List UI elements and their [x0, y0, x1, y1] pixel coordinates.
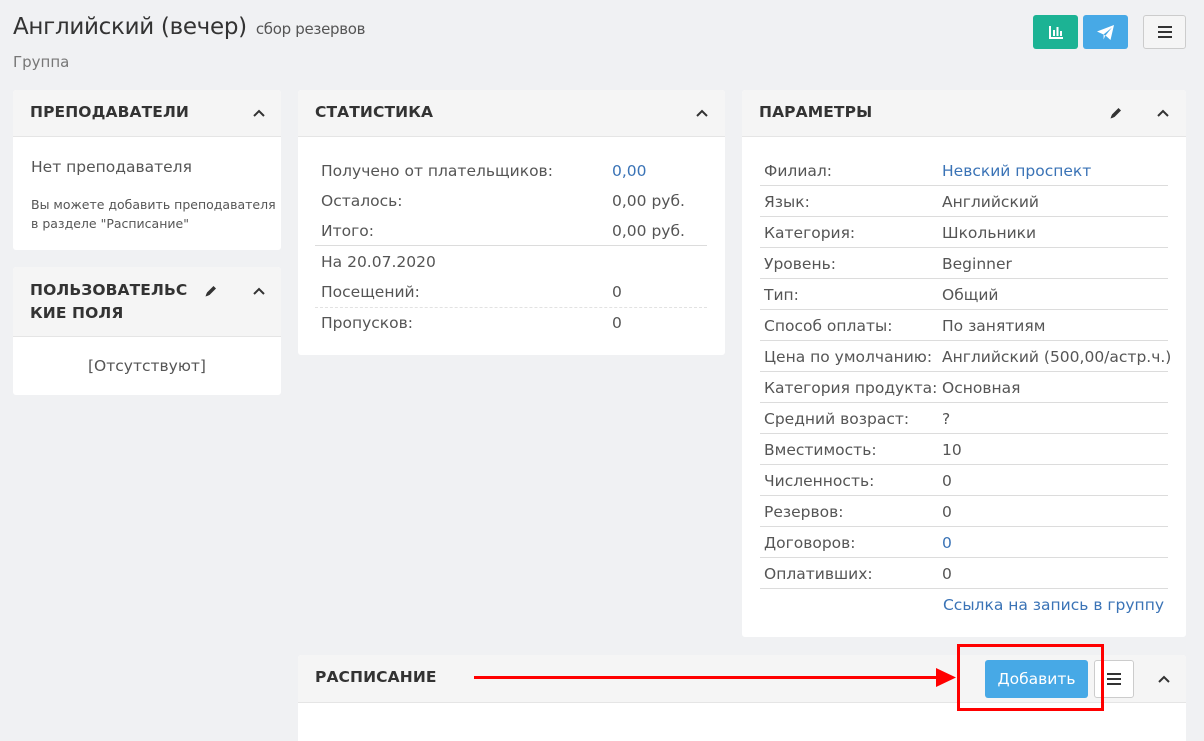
divider — [760, 278, 1168, 279]
bar-chart-icon — [1048, 26, 1063, 39]
stat-visits-value: 0 — [612, 283, 622, 301]
param-value: Общий — [942, 286, 999, 304]
parameters-panel: ПАРАМЕТРЫ Филиал: Невский проспект Язык:… — [742, 90, 1186, 637]
page-title: Английский (вечер) сбор резервов — [13, 14, 366, 40]
custom-fields-title-line2: КИЕ ПОЛЯ — [30, 304, 124, 322]
divider — [760, 402, 1168, 403]
stat-remaining-value: 0,00 руб. — [612, 192, 685, 210]
stat-label: Пропусков: — [321, 314, 414, 332]
param-label: Категория: — [764, 224, 856, 242]
pencil-icon[interactable] — [204, 284, 218, 298]
divider — [760, 309, 1168, 310]
stat-label: Итого: — [321, 222, 374, 240]
group-signup-link[interactable]: Ссылка на запись в группу — [943, 596, 1164, 614]
param-value: 10 — [942, 441, 962, 459]
divider — [760, 464, 1168, 465]
statistics-panel: СТАТИСТИКА Получено от плательщиков: 0,0… — [298, 90, 725, 355]
teachers-panel: ПРЕПОДАВАТЕЛИ Нет преподавателя Вы может… — [13, 90, 281, 250]
param-label: Договоров: — [764, 534, 856, 552]
stat-label: Получено от плательщиков: — [321, 162, 553, 180]
custom-fields-panel-header: ПОЛЬЗОВАТЕЛЬС КИЕ ПОЛЯ — [13, 267, 281, 337]
annotation-arrow-line — [474, 676, 940, 679]
param-label: Численность: — [764, 472, 875, 490]
chevron-up-icon[interactable] — [252, 108, 266, 118]
custom-fields-title-line1: ПОЛЬЗОВАТЕЛЬС — [30, 281, 188, 299]
param-value: ? — [942, 410, 951, 428]
param-value: 0 — [942, 472, 952, 490]
stat-absences-value: 0 — [612, 314, 622, 332]
param-label: Цена по умолчанию: — [764, 348, 933, 366]
teachers-title: ПРЕПОДАВАТЕЛИ — [30, 103, 189, 121]
divider — [760, 588, 1168, 589]
statistics-panel-header: СТАТИСТИКА — [298, 90, 725, 137]
param-label: Язык: — [764, 193, 810, 211]
param-label: Филиал: — [764, 162, 833, 180]
param-label: Тип: — [764, 286, 799, 304]
param-value: Школьники — [942, 224, 1037, 242]
teacher-hint-line2: в разделе "Расписание" — [31, 216, 189, 231]
page-kind: Группа — [13, 53, 70, 71]
param-value: Beginner — [942, 255, 1012, 273]
stat-total-value: 0,00 руб. — [612, 222, 685, 240]
divider — [315, 245, 707, 246]
divider — [760, 247, 1168, 248]
divider — [760, 526, 1168, 527]
divider — [760, 185, 1168, 186]
group-name: Английский (вечер) — [13, 14, 247, 40]
param-value: Английский — [942, 193, 1039, 211]
param-contracts-value[interactable]: 0 — [942, 534, 952, 552]
divider — [760, 557, 1168, 558]
page-menu-button[interactable] — [1143, 15, 1186, 49]
stat-received-value[interactable]: 0,00 — [612, 162, 647, 180]
hamburger-icon — [1157, 26, 1172, 38]
stat-label: Посещений: — [321, 283, 420, 301]
send-message-button[interactable] — [1083, 15, 1128, 49]
pencil-icon[interactable] — [1109, 106, 1123, 120]
param-value: 0 — [942, 565, 952, 583]
chevron-up-icon[interactable] — [1157, 674, 1171, 684]
page-header: Английский (вечер) сбор резервов — [13, 14, 366, 40]
divider — [760, 495, 1168, 496]
custom-fields-empty: [Отсутствуют] — [88, 357, 206, 375]
divider — [315, 307, 707, 308]
divider — [760, 371, 1168, 372]
custom-fields-panel: ПОЛЬЗОВАТЕЛЬС КИЕ ПОЛЯ [Отсутствуют] — [13, 267, 281, 395]
teacher-hint-line1: Вы можете добавить преподавателя — [31, 197, 276, 212]
divider — [760, 433, 1168, 434]
param-label: Уровень: — [764, 255, 836, 273]
chevron-up-icon[interactable] — [252, 286, 266, 296]
param-value: Английский (500,00/астр.ч.) — [942, 348, 1172, 366]
parameters-title: ПАРАМЕТРЫ — [759, 103, 873, 121]
param-branch-value[interactable]: Невский проспект — [942, 162, 1091, 180]
stat-label: Осталось: — [321, 192, 403, 210]
divider — [760, 340, 1168, 341]
param-label: Способ оплаты: — [764, 317, 893, 335]
param-value: Основная — [942, 379, 1021, 397]
stat-date: На 20.07.2020 — [321, 253, 436, 271]
param-label: Резервов: — [764, 503, 844, 521]
annotation-highlight-box — [957, 644, 1104, 711]
param-label: Категория продукта: — [764, 379, 938, 397]
param-value: 0 — [942, 503, 952, 521]
paper-plane-icon — [1097, 24, 1114, 40]
parameters-panel-header: ПАРАМЕТРЫ — [742, 90, 1186, 137]
hamburger-icon — [1107, 673, 1121, 685]
schedule-title: РАСПИСАНИЕ — [315, 668, 437, 686]
statistics-title: СТАТИСТИКА — [315, 103, 434, 121]
chevron-up-icon[interactable] — [695, 108, 709, 118]
top-toolbar — [1033, 15, 1186, 49]
param-label: Вместимость: — [764, 441, 877, 459]
param-label: Оплативших: — [764, 565, 873, 583]
statistics-button[interactable] — [1033, 15, 1078, 49]
teachers-panel-header: ПРЕПОДАВАТЕЛИ — [13, 90, 281, 137]
group-status: сбор резервов — [255, 20, 366, 38]
annotation-arrowhead-icon — [936, 668, 956, 687]
no-teacher-text: Нет преподавателя — [31, 158, 192, 176]
divider — [760, 216, 1168, 217]
param-value: По занятиям — [942, 317, 1046, 335]
chevron-up-icon[interactable] — [1156, 108, 1170, 118]
param-label: Средний возраст: — [764, 410, 910, 428]
